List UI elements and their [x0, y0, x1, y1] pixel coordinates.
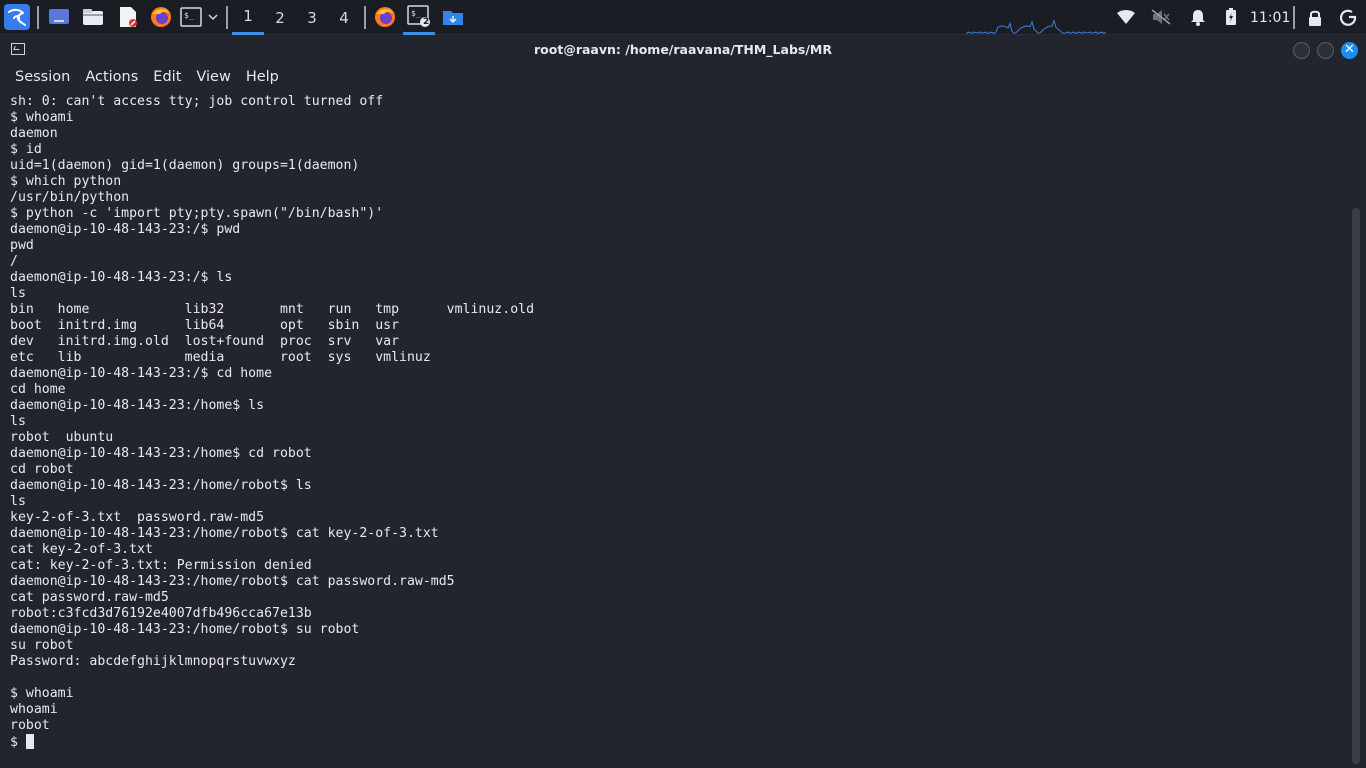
terminal-line: ls: [10, 494, 26, 509]
terminal-line: robot: [10, 718, 50, 733]
svg-text:$_: $_: [411, 9, 421, 18]
workspace-2[interactable]: 2: [264, 0, 296, 35]
terminal-line: key-2-of-3.txt password.raw-md5: [10, 510, 265, 525]
terminal-line: uid=1(daemon) gid=1(daemon) groups=1(dae…: [10, 158, 360, 173]
terminal-line: $ which python: [10, 174, 122, 189]
chevron-down-icon[interactable]: [206, 4, 220, 30]
terminal-line: $ whoami: [10, 110, 74, 125]
terminal-line: cat: key-2-of-3.txt: Permission denied: [10, 558, 312, 573]
terminal-line: pwd: [10, 238, 34, 253]
lock-icon[interactable]: [1305, 4, 1325, 30]
minimize-button[interactable]: [1293, 42, 1310, 59]
desktop-icon[interactable]: [48, 4, 70, 30]
text-editor-icon[interactable]: [117, 4, 139, 30]
menu-view[interactable]: View: [196, 69, 230, 85]
firefox-task-icon[interactable]: [372, 4, 398, 30]
terminal-line: boot initrd.img lib64 opt sbin usr: [10, 318, 400, 333]
terminal-line: /: [10, 254, 18, 269]
terminal-line: sh: 0: can't access tty; job control tur…: [10, 94, 384, 109]
terminal-line: daemon@ip-10-48-143-23:/home$ cd robot: [10, 446, 312, 461]
menu-help[interactable]: Help: [246, 69, 279, 85]
terminal-line: robot ubuntu: [10, 430, 114, 445]
terminal-line: cat password.raw-md5: [10, 590, 169, 605]
terminal-line: daemon@ip-10-48-143-23:/home/robot$ ls: [10, 478, 312, 493]
wifi-icon[interactable]: [1116, 4, 1136, 30]
menu-session[interactable]: Session: [15, 69, 70, 85]
file-manager-icon[interactable]: [82, 4, 104, 30]
menu-edit[interactable]: Edit: [153, 69, 181, 85]
terminal-output[interactable]: sh: 0: can't access tty; job control tur…: [10, 94, 1345, 764]
terminal-line: bin home lib32 mnt run tmp vmlinuz.old: [10, 302, 535, 317]
kali-menu-icon[interactable]: [4, 4, 30, 30]
scrollbar[interactable]: [1352, 208, 1360, 764]
terminal-line: cd home: [10, 382, 66, 397]
terminal-line: daemon@ip-10-48-143-23:/home/robot$ su r…: [10, 622, 360, 637]
terminal-line: daemon@ip-10-48-143-23:/home$ ls: [10, 398, 265, 413]
workspace-3[interactable]: 3: [296, 0, 328, 35]
firefox-icon[interactable]: [149, 4, 173, 30]
terminal-window[interactable]: root@raavn: /home/raavana/THM_Labs/MR ✕ …: [0, 36, 1366, 768]
panel-separator: [37, 6, 39, 29]
terminal-line: Password: abcdefghijklmnopqrstuvwxyz: [10, 654, 296, 669]
terminal-line: ls: [10, 286, 26, 301]
text-cursor: [25, 734, 34, 749]
muted-speaker-icon[interactable]: [1151, 4, 1171, 30]
terminal-line: daemon@ip-10-48-143-23:/$ cd home: [10, 366, 273, 381]
terminal-line: /usr/bin/python: [10, 190, 130, 205]
maximize-button[interactable]: [1317, 42, 1334, 59]
menu-bar: Session Actions Edit View Help: [0, 64, 1366, 90]
terminal-line: daemon: [10, 126, 58, 141]
power-icon[interactable]: [1338, 4, 1358, 30]
terminal-prompt-line[interactable]: $: [10, 734, 1345, 751]
menu-actions[interactable]: Actions: [85, 69, 138, 85]
terminal-line: $ id: [10, 142, 42, 157]
terminal-icon[interactable]: $_: [180, 4, 202, 30]
terminal-line: robot:c3fcd3d76192e4007dfb496cca67e13b: [10, 606, 312, 621]
terminal-line: ls: [10, 414, 26, 429]
panel-separator: [1293, 6, 1295, 29]
terminal-line: $ whoami: [10, 686, 74, 701]
window-title: root@raavn: /home/raavana/THM_Labs/MR: [534, 42, 832, 57]
terminal-line: whoami: [10, 702, 58, 717]
workspace-4[interactable]: 4: [328, 0, 360, 35]
clock[interactable]: 11:01: [1250, 0, 1290, 35]
downloads-folder-icon[interactable]: [441, 4, 465, 30]
terminal-line: daemon@ip-10-48-143-23:/home/robot$ cat …: [10, 526, 439, 541]
prompt: $: [10, 735, 26, 750]
terminal-line: cd robot: [10, 462, 74, 477]
network-activity-graph: [966, 18, 1106, 34]
terminal-line: etc lib media root sys vmlinuz: [10, 350, 431, 365]
terminal-line: $ python -c 'import pty;pty.spawn("/bin/…: [10, 206, 384, 221]
close-button[interactable]: ✕: [1341, 42, 1358, 59]
top-panel: $_ 1 2 3 4 $_ 2 11:01: [0, 0, 1366, 35]
terminal-line: su robot: [10, 638, 74, 653]
battery-icon[interactable]: [1222, 4, 1240, 30]
terminal-line: dev initrd.img.old lost+found proc srv v…: [10, 334, 400, 349]
svg-text:$_: $_: [184, 11, 194, 20]
terminal-task-button[interactable]: $_ 2: [403, 0, 435, 35]
terminal-count-badge: 2: [423, 17, 430, 27]
panel-separator: [364, 6, 366, 29]
terminal-line: daemon@ip-10-48-143-23:/$ pwd: [10, 222, 241, 237]
window-titlebar[interactable]: root@raavn: /home/raavana/THM_Labs/MR ✕: [0, 36, 1366, 64]
terminal-line: daemon@ip-10-48-143-23:/home/robot$ cat …: [10, 574, 455, 589]
terminal-line: daemon@ip-10-48-143-23:/$ ls: [10, 270, 233, 285]
panel-separator: [226, 6, 228, 29]
workspace-1[interactable]: 1: [232, 0, 264, 35]
bell-icon[interactable]: [1188, 4, 1208, 30]
terminal-line: cat key-2-of-3.txt: [10, 542, 153, 557]
